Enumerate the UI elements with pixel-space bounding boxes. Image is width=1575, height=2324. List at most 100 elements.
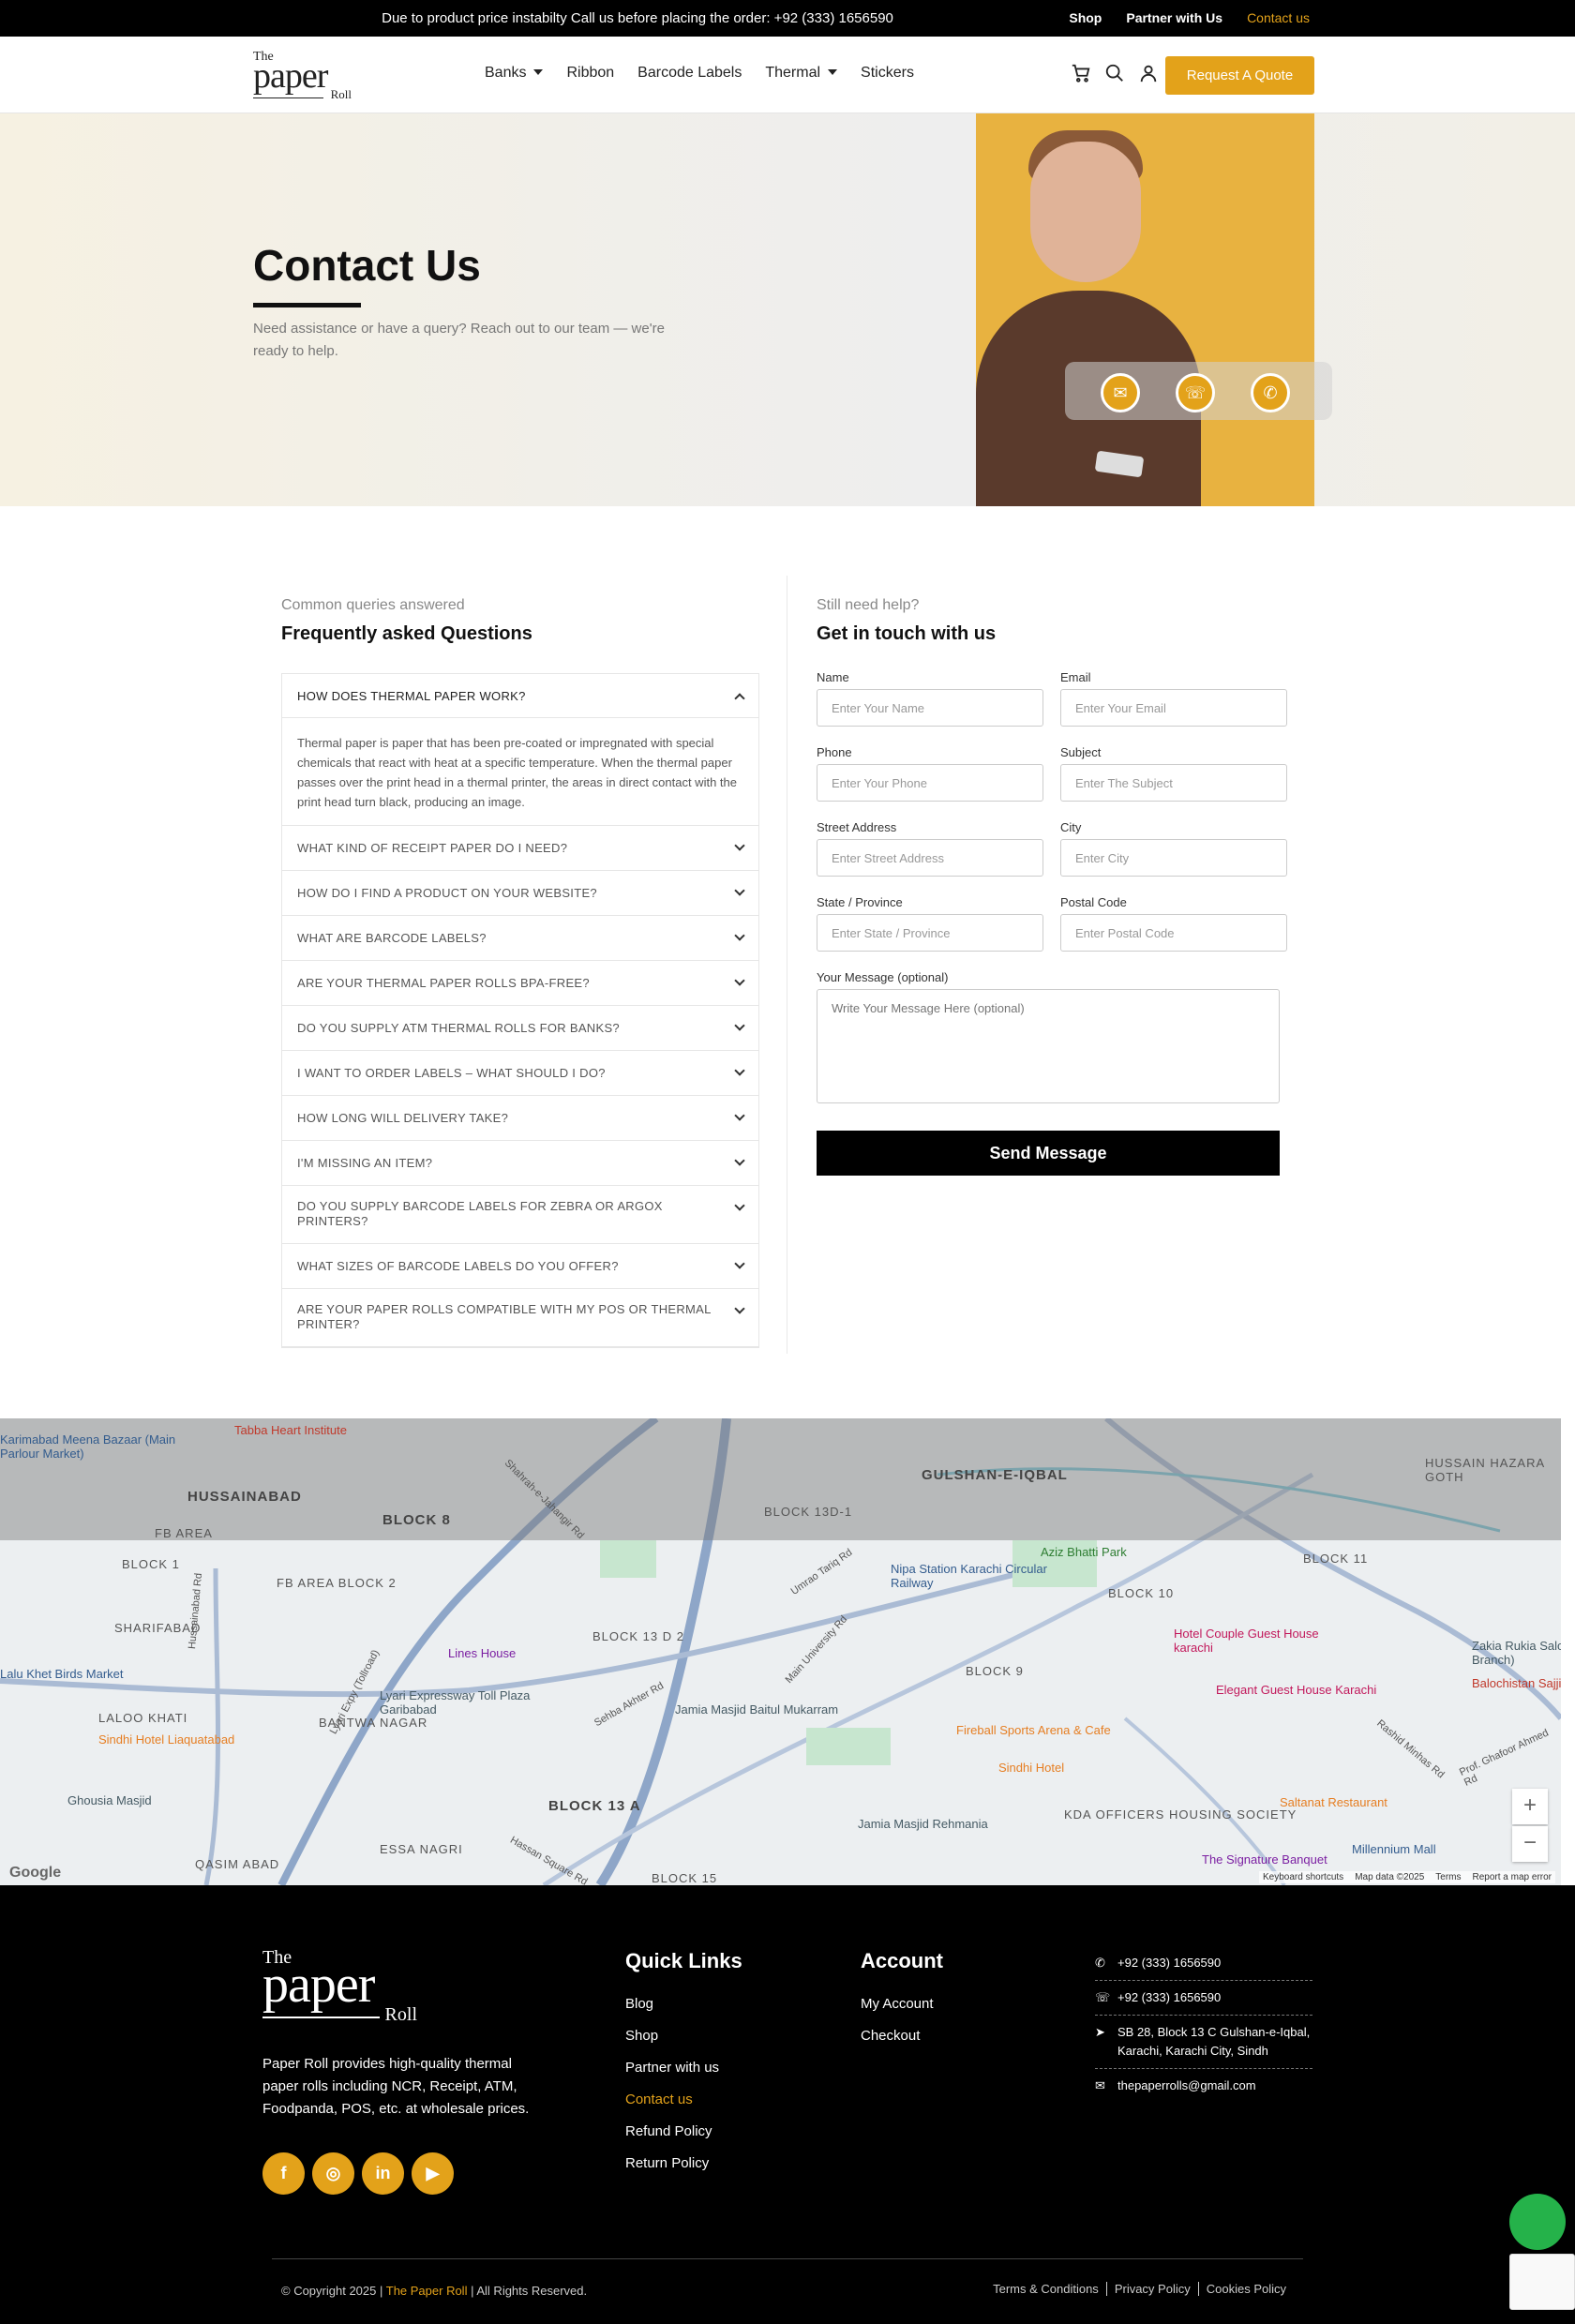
faq-item[interactable]: WHAT ARE BARCODE LABELS?	[282, 916, 758, 961]
map-poi[interactable]: Elegant Guest House Karachi	[1216, 1683, 1394, 1697]
footer-link-return[interactable]: Return Policy	[625, 2155, 742, 2171]
phone-icon: ✆	[1095, 1956, 1105, 1970]
facebook-icon[interactable]: f	[262, 2152, 305, 2195]
city-field-group: City	[1060, 820, 1287, 877]
nav-label-barcode-labels: Barcode Labels	[638, 65, 742, 81]
faq-item[interactable]: ARE YOUR PAPER ROLLS COMPATIBLE WITH MY …	[282, 1289, 758, 1347]
map-poi[interactable]: Saltanat Restaurant	[1280, 1795, 1458, 1809]
request-quote-button[interactable]: Request A Quote	[1165, 56, 1314, 95]
city-input[interactable]	[1060, 839, 1287, 877]
name-field-group: Name	[817, 670, 1043, 727]
quick-links-title: Quick Links	[625, 1949, 742, 1972]
subject-input[interactable]	[1060, 764, 1287, 802]
map-poi[interactable]: Lalu Khet Birds Market	[0, 1667, 178, 1681]
phone-input[interactable]	[817, 764, 1043, 802]
postal-code-input[interactable]	[1060, 914, 1287, 952]
nav-item-barcode-labels[interactable]: Barcode Labels	[638, 65, 742, 82]
faq-item[interactable]: HOW LONG WILL DELIVERY TAKE?	[282, 1096, 758, 1141]
map-poi[interactable]: Ghousia Masjid	[68, 1793, 246, 1807]
terms-link[interactable]: Terms & Conditions	[985, 2282, 1106, 2296]
footer-link-my-account[interactable]: My Account	[861, 1996, 943, 2012]
zoom-out-button[interactable]: −	[1512, 1826, 1548, 1862]
message-textarea[interactable]	[817, 989, 1280, 1103]
map-poi[interactable]: Zakia Rukia Salon & Spa (Johar Branch)	[1472, 1639, 1561, 1667]
form-row: State / Province Postal Code	[817, 895, 1287, 952]
faq-item[interactable]: DO YOU SUPPLY ATM THERMAL ROLLS FOR BANK…	[282, 1006, 758, 1051]
top-link-contact[interactable]: Contact us	[1247, 10, 1310, 25]
faq-question: DO YOU SUPPLY ATM THERMAL ROLLS FOR BANK…	[297, 1021, 620, 1035]
footer-link-blog[interactable]: Blog	[625, 1996, 742, 2012]
map-poi[interactable]: Millennium Mall	[1352, 1842, 1530, 1856]
site-logo[interactable]: The paper Roll	[253, 50, 352, 102]
cart-icon[interactable]	[1071, 63, 1091, 83]
youtube-icon[interactable]: ▶	[412, 2152, 454, 2195]
footer-link-contact[interactable]: Contact us	[625, 2092, 742, 2107]
whatsapp-float-button[interactable]	[1509, 2194, 1566, 2250]
zoom-in-button[interactable]: +	[1512, 1789, 1548, 1824]
search-icon[interactable]	[1104, 63, 1125, 83]
faq-item[interactable]: DO YOU SUPPLY BARCODE LABELS FOR ZEBRA O…	[282, 1186, 758, 1244]
copyright-brand-link[interactable]: The Paper Roll	[386, 2284, 468, 2298]
location-map[interactable]: HUSSAINABAD BLOCK 8 GULSHAN-E-IQBAL FB AREA…	[0, 1418, 1561, 1885]
keyboard-shortcuts-link[interactable]: Keyboard shortcuts	[1263, 1872, 1343, 1882]
city-label: City	[1060, 820, 1082, 834]
footer-email[interactable]: ✉ thepaperrolls@gmail.com	[1095, 2077, 1312, 2103]
footer-link-refund[interactable]: Refund Policy	[625, 2123, 742, 2139]
footer-link-shop[interactable]: Shop	[625, 2028, 742, 2044]
form-row: Phone Subject	[817, 745, 1287, 802]
form-title: Get in touch with us	[817, 623, 997, 644]
nav-item-banks[interactable]: Banks	[485, 65, 544, 82]
footer-logo[interactable]: The paper Roll	[262, 1947, 417, 2026]
map-area-label: BLOCK 15	[652, 1871, 718, 1885]
hero-banner: Contact Us Need assistance or have a que…	[0, 113, 1575, 506]
map-area-label: FB AREA	[155, 1526, 213, 1540]
map-poi[interactable]: Jamia Masjid Rehmania	[858, 1817, 1036, 1831]
instagram-icon[interactable]: ◎	[312, 2152, 354, 2195]
faq-item[interactable]: HOW DO I FIND A PRODUCT ON YOUR WEBSITE?	[282, 871, 758, 916]
nav-item-stickers[interactable]: Stickers	[861, 65, 914, 82]
map-poi[interactable]: Karimabad Meena Bazaar (Main Parlour Mar…	[0, 1432, 178, 1461]
nav-item-ribbon[interactable]: Ribbon	[566, 65, 614, 82]
map-poi[interactable]: Lyari Expressway Toll Plaza Garibabad	[380, 1688, 558, 1717]
user-icon[interactable]	[1138, 63, 1159, 83]
footer-link-partner[interactable]: Partner with us	[625, 2060, 742, 2076]
faq-item[interactable]: WHAT SIZES OF BARCODE LABELS DO YOU OFFE…	[282, 1244, 758, 1289]
street-address-label: Street Address	[817, 820, 897, 834]
top-link-shop[interactable]: Shop	[1069, 10, 1102, 25]
cookies-link[interactable]: Cookies Policy	[1197, 2282, 1294, 2296]
page-title: Contact Us	[253, 241, 481, 290]
faq-item[interactable]: ARE YOUR THERMAL PAPER ROLLS BPA-FREE?	[282, 961, 758, 1006]
footer-link-checkout[interactable]: Checkout	[861, 2028, 943, 2044]
map-poi[interactable]: Sindhi Hotel Liaquatabad	[98, 1732, 277, 1747]
state-province-input[interactable]	[817, 914, 1043, 952]
linkedin-icon[interactable]: in	[362, 2152, 404, 2195]
map-terms-link[interactable]: Terms	[1435, 1872, 1461, 1882]
quick-links-column: Quick Links Blog Shop Partner with us Co…	[625, 1949, 742, 2187]
street-address-input[interactable]	[817, 839, 1043, 877]
faq-item[interactable]: I'M MISSING AN ITEM?	[282, 1141, 758, 1186]
social-links: f ◎ in ▶	[262, 2152, 454, 2195]
nav-item-thermal[interactable]: Thermal	[765, 65, 838, 82]
footer-whatsapp[interactable]: ☏ +92 (333) 1656590	[1095, 1988, 1312, 2016]
top-link-partner[interactable]: Partner with Us	[1126, 10, 1222, 25]
name-input[interactable]	[817, 689, 1043, 727]
faq-item[interactable]: I WANT TO ORDER LABELS – WHAT SHOULD I D…	[282, 1051, 758, 1096]
map-poi[interactable]: Aziz Bhatti Park	[1041, 1545, 1219, 1559]
map-poi[interactable]: Sindhi Hotel	[998, 1761, 1177, 1775]
email-input[interactable]	[1060, 689, 1287, 727]
map-data-label: Map data ©2025	[1355, 1872, 1425, 1882]
map-poi[interactable]: Lines House	[448, 1646, 626, 1660]
map-poi[interactable]: Hotel Couple Guest House karachi	[1174, 1627, 1352, 1655]
faq-item[interactable]: HOW DOES THERMAL PAPER WORK? Thermal pape…	[282, 674, 758, 826]
send-message-button[interactable]: Send Message	[817, 1131, 1280, 1176]
map-poi[interactable]: Nipa Station Karachi Circular Railway	[891, 1562, 1069, 1590]
map-poi[interactable]: Jamia Masjid Baitul Mukarram	[675, 1702, 853, 1717]
nav-label-stickers: Stickers	[861, 65, 914, 81]
faq-item[interactable]: WHAT KIND OF RECEIPT PAPER DO I NEED?	[282, 826, 758, 871]
map-poi[interactable]: Fireball Sports Arena & Cafe	[956, 1723, 1134, 1737]
map-poi[interactable]: Balochistan Sajji	[1472, 1676, 1561, 1690]
report-map-error-link[interactable]: Report a map error	[1473, 1872, 1552, 1882]
footer-phone[interactable]: ✆ +92 (333) 1656590	[1095, 1954, 1312, 1981]
map-poi[interactable]: Tabba Heart Institute	[234, 1423, 412, 1437]
privacy-link[interactable]: Privacy Policy	[1105, 2282, 1198, 2296]
